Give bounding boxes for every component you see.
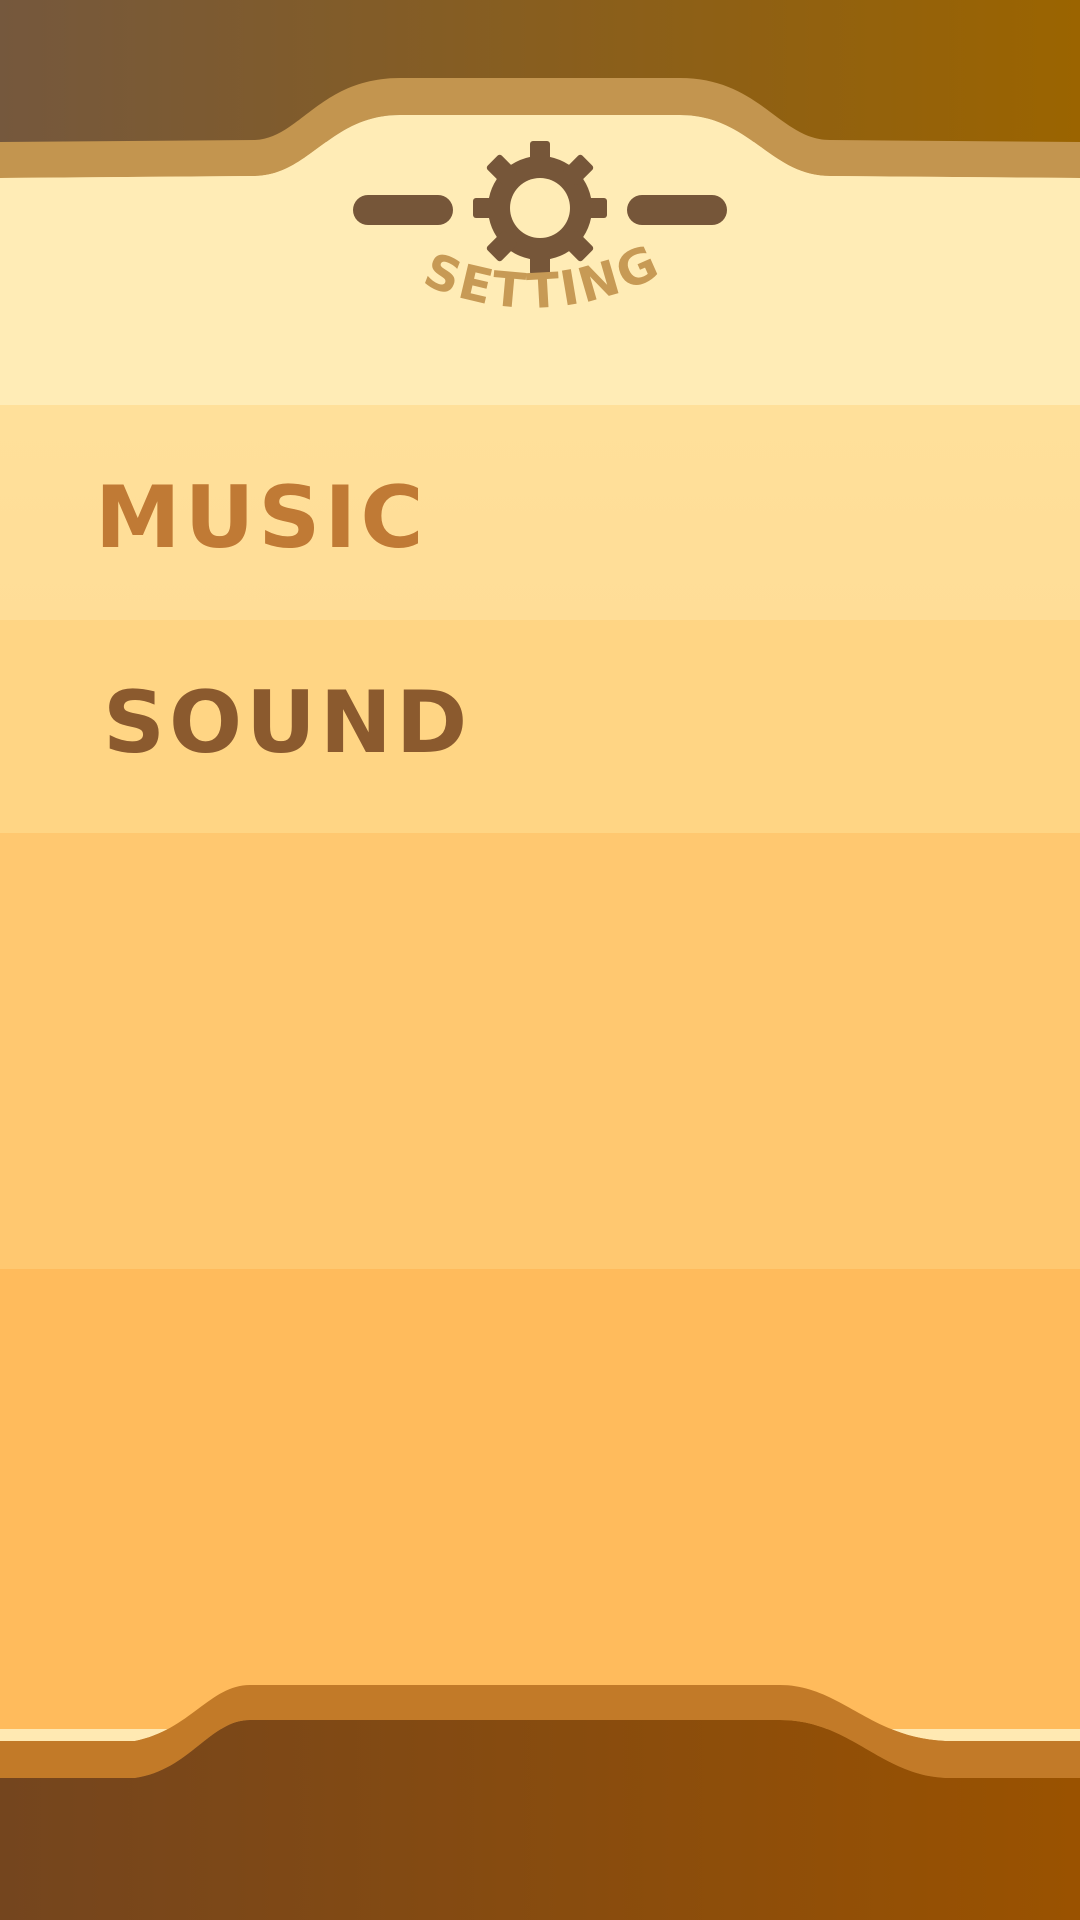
music-label: MUSIC [95, 468, 428, 568]
sound-label: SOUND [103, 673, 472, 773]
sound-setting-row[interactable]: SOUND [0, 620, 1080, 833]
title-arc: SETTING [417, 233, 670, 320]
page-title: SETTING [417, 233, 670, 320]
empty-panel-lower [0, 1269, 1080, 1729]
music-setting-row[interactable]: MUSIC [0, 405, 1080, 620]
empty-panel-upper [0, 833, 1080, 1269]
page-title-text: SETTING [417, 233, 667, 320]
